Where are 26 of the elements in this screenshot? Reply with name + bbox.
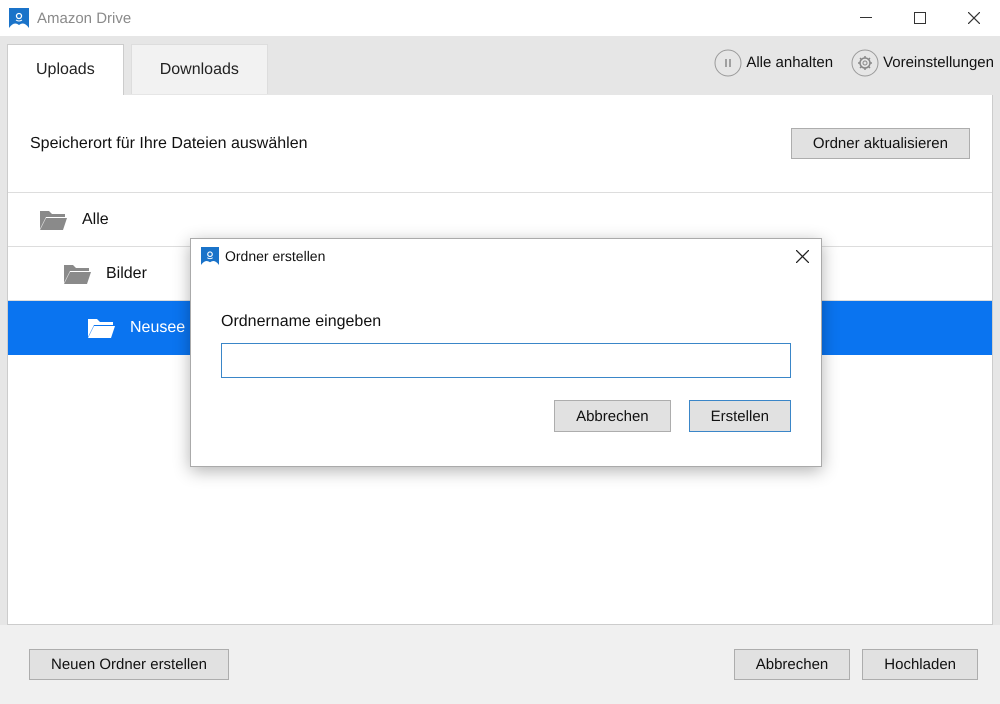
minimize-icon[interactable] bbox=[860, 17, 872, 19]
new-folder-button[interactable]: Neuen Ordner erstellen bbox=[29, 649, 229, 680]
close-icon[interactable] bbox=[796, 250, 809, 262]
folder-icon bbox=[86, 316, 116, 338]
folder-icon bbox=[38, 208, 68, 230]
location-heading: Speicherort für Ihre Dateien auswählen bbox=[30, 134, 308, 152]
pause-icon bbox=[714, 48, 742, 76]
folder-name-field[interactable] bbox=[221, 343, 791, 378]
window-title: Amazon Drive bbox=[37, 10, 132, 26]
dialog-title: Ordner erstellen bbox=[225, 248, 326, 264]
app-logo-icon bbox=[9, 8, 29, 28]
settings-button[interactable]: Voreinstellungen bbox=[851, 48, 994, 76]
tab[interactable]: Downloads bbox=[130, 44, 268, 94]
app-logo-icon bbox=[201, 247, 219, 265]
refresh-folders-button[interactable]: Ordner aktualisieren bbox=[790, 128, 970, 159]
footer-button[interactable]: Hochladen bbox=[862, 649, 978, 680]
tab[interactable]: Uploads bbox=[7, 44, 124, 95]
folder-name-label: Ordnername eingeben bbox=[221, 313, 382, 331]
folder-icon bbox=[62, 262, 92, 284]
pause-all-button[interactable]: Alle anhalten bbox=[714, 48, 834, 76]
maximize-icon[interactable] bbox=[914, 12, 926, 24]
dialog-button[interactable]: Abbrechen bbox=[554, 400, 671, 432]
settings-icon bbox=[851, 48, 880, 76]
dialog-button[interactable]: Erstellen bbox=[688, 400, 791, 432]
close-icon[interactable] bbox=[968, 12, 980, 24]
footer-button[interactable]: Abbrechen bbox=[734, 649, 850, 680]
